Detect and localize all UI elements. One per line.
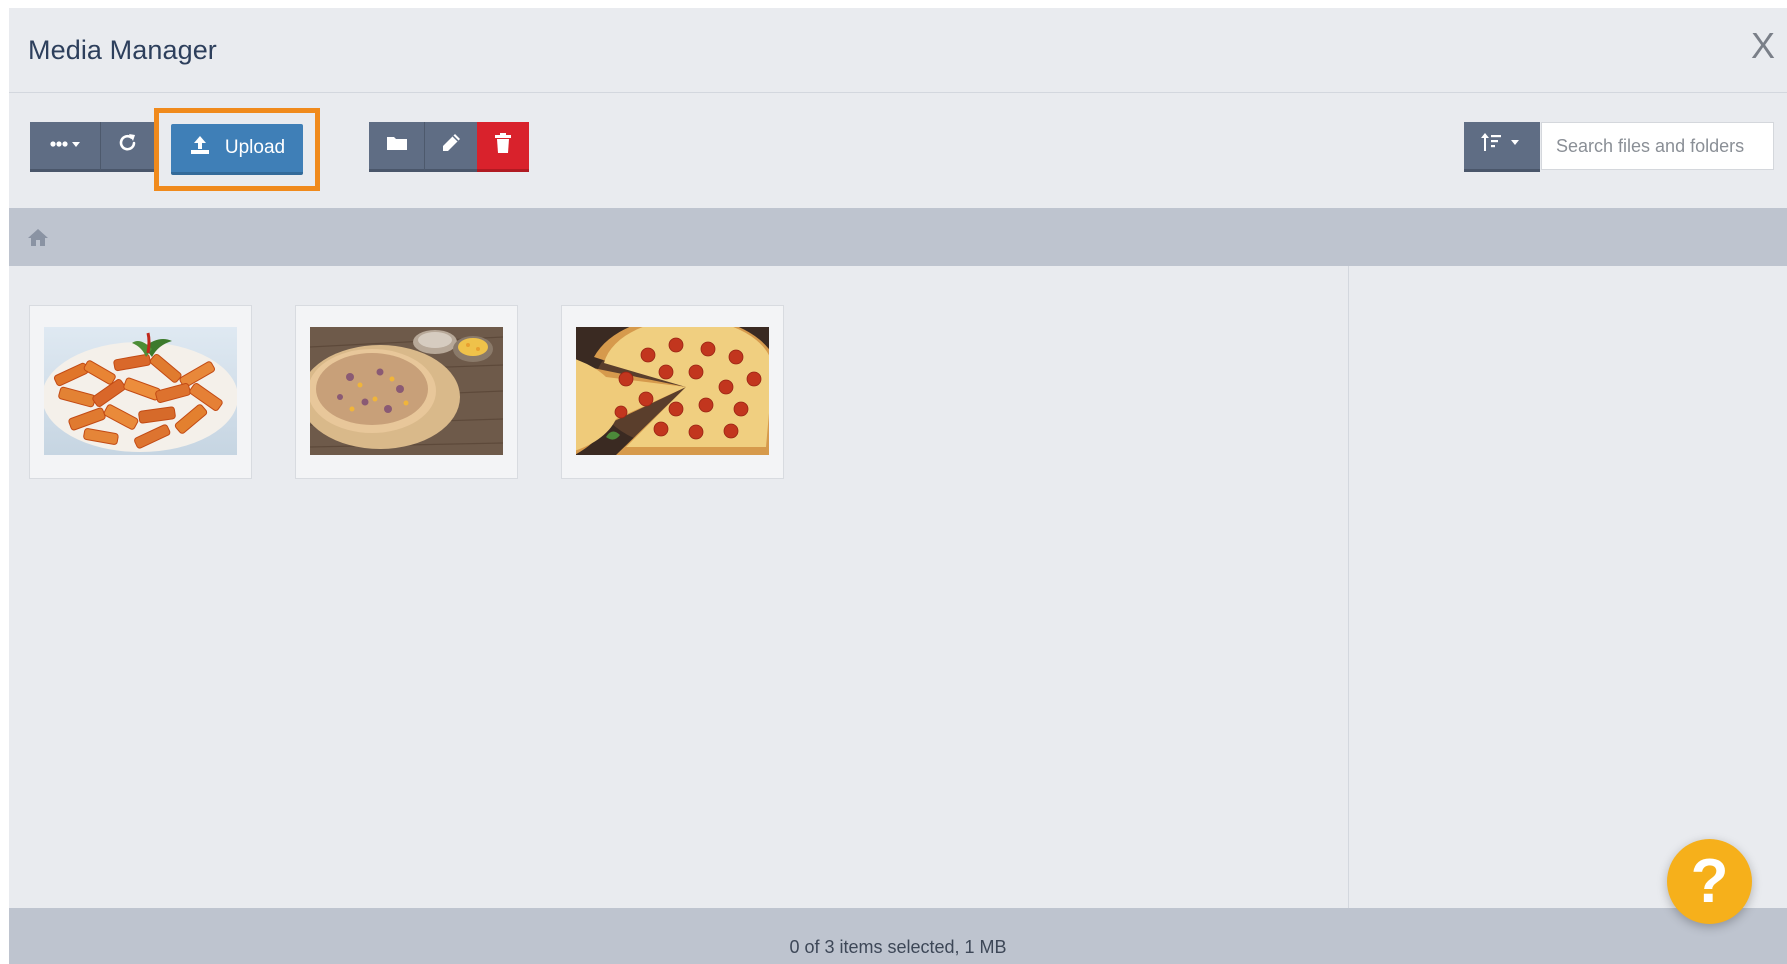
delete-button[interactable] <box>477 122 529 172</box>
file-tile[interactable] <box>295 305 518 479</box>
help-button[interactable]: ? <box>1667 839 1752 924</box>
sort-icon <box>1481 132 1523 159</box>
rename-button[interactable] <box>424 122 477 172</box>
upload-label: Upload <box>224 137 286 158</box>
pepperoni-pizza-thumbnail <box>576 327 769 455</box>
refresh-button[interactable] <box>100 122 155 172</box>
details-panel <box>1348 266 1787 908</box>
refresh-icon <box>117 132 139 159</box>
file-grid <box>9 266 1348 908</box>
dialog-title: Media Manager <box>28 35 217 65</box>
folder-icon <box>386 134 408 157</box>
search-input[interactable] <box>1541 122 1774 170</box>
toolbar: Upload <box>9 94 1787 215</box>
media-manager-dialog: Media Manager X Upload Search files and … <box>9 8 1787 964</box>
more-options-button[interactable] <box>30 122 100 172</box>
pencil-icon <box>440 132 462 159</box>
status-bar: 0 of 3 items selected, 1 MB <box>9 908 1787 964</box>
trash-icon <box>494 132 512 159</box>
breadcrumb <box>9 208 1787 266</box>
close-button[interactable]: X <box>1751 28 1775 64</box>
file-tile[interactable] <box>561 305 784 479</box>
home-icon[interactable] <box>27 227 49 252</box>
dialog-header: Media Manager X <box>9 8 1787 93</box>
sort-button[interactable] <box>1464 122 1540 172</box>
upload-button[interactable]: Upload <box>171 124 303 175</box>
new-folder-button[interactable] <box>369 122 424 172</box>
penne-pasta-thumbnail <box>44 327 237 455</box>
status-text: 0 of 3 items selected, 1 MB <box>789 937 1007 957</box>
ellipsis-icon <box>48 137 82 155</box>
file-tile[interactable] <box>29 305 252 479</box>
upload-icon <box>189 134 211 162</box>
pizza-on-board-thumbnail <box>310 327 503 455</box>
